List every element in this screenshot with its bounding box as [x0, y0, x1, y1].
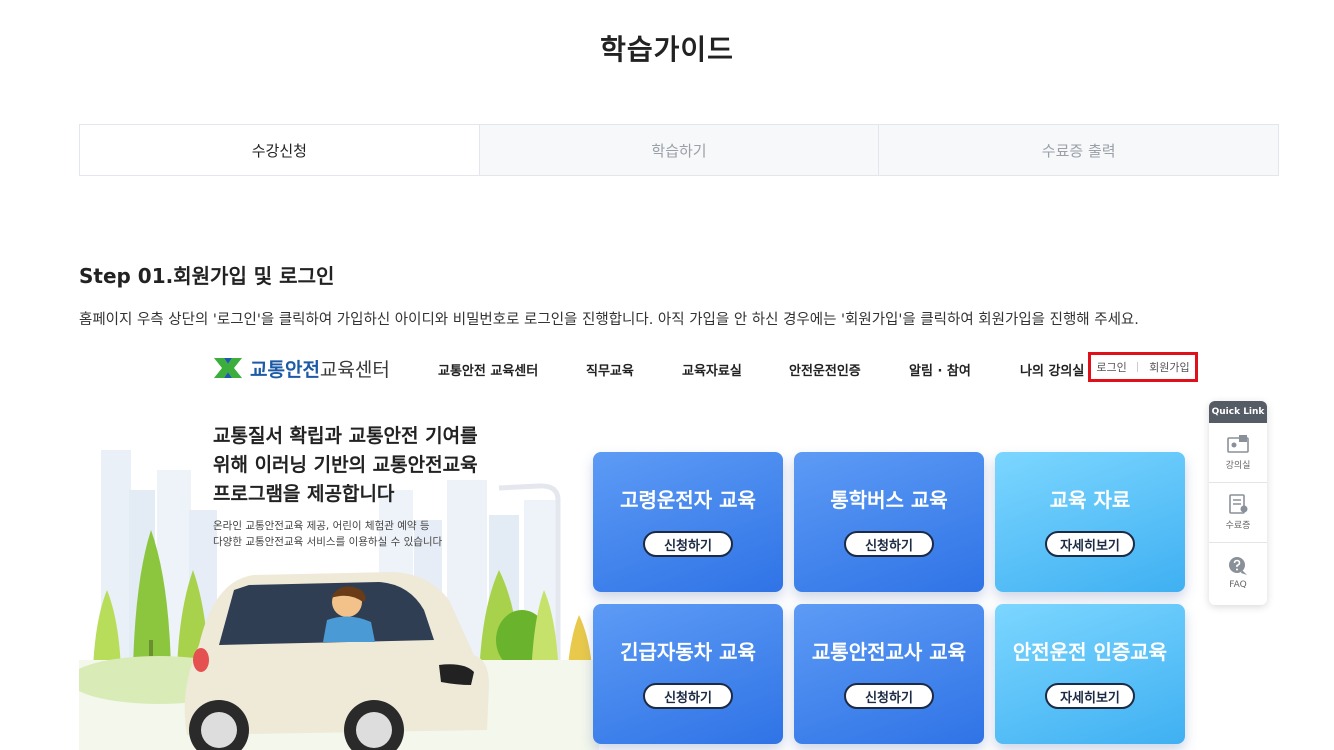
hero-line-3: 프로그램을 제공합니다: [213, 483, 395, 505]
page-title: 학습가이드: [600, 33, 734, 66]
login-link[interactable]: 로그인: [1096, 359, 1126, 375]
card-school-bus[interactable]: 통학버스 교육 신청하기: [794, 452, 984, 592]
hero-sub-line-2: 다양한 교통안전교육 서비스를 이용하실 수 있습니다: [213, 536, 443, 548]
certificate-icon: [1229, 494, 1248, 514]
apply-button[interactable]: 신청하기: [844, 531, 934, 557]
card-title: 고령운전자 교육: [620, 488, 756, 512]
tab-certificate[interactable]: 수료증 출력: [878, 125, 1279, 175]
quick-link-panel: Quick Link 강의실 수료증 FAQ: [1209, 401, 1267, 605]
card-emergency-vehicle[interactable]: 긴급자동차 교육 신청하기: [593, 604, 783, 744]
hero-line-1: 교통질서 확립과 교통안전 기여를: [213, 425, 478, 447]
faq-icon: [1229, 557, 1247, 575]
apply-button[interactable]: 신청하기: [643, 683, 733, 709]
card-title: 통학버스 교육: [830, 488, 948, 512]
menu-item-job-training[interactable]: 직무교육: [586, 360, 634, 379]
quick-link-label: FAQ: [1229, 580, 1247, 590]
step-title: Step 01.회원가입 및 로그인: [79, 264, 335, 288]
card-title: 교통안전교사 교육: [811, 640, 967, 664]
hero-line-2: 위해 이러닝 기반의 교통안전교육: [213, 454, 478, 476]
car-illustration: [184, 572, 489, 750]
hero-sub-line-1: 온라인 교통안전교육 제공, 어린이 체험관 예약 등: [213, 520, 430, 532]
quick-link-label: 강의실: [1225, 461, 1251, 471]
site-logo[interactable]: 교통안전교육센터: [212, 352, 390, 384]
card-title: 교육 자료: [1049, 488, 1131, 512]
menu-item-my-classroom[interactable]: 나의 강의실: [1020, 360, 1084, 379]
tab-register[interactable]: 수강신청: [80, 125, 479, 175]
card-edu-materials[interactable]: 교육 자료 자세히보기: [995, 452, 1185, 592]
apply-button[interactable]: 신청하기: [844, 683, 934, 709]
guide-tabs: 수강신청 학습하기 수료증 출력: [79, 124, 1279, 176]
tab-study[interactable]: 학습하기: [478, 125, 879, 175]
quick-link-certificate[interactable]: 수료증: [1209, 483, 1267, 543]
apply-button[interactable]: 신청하기: [643, 531, 733, 557]
card-title: 긴급자동차 교육: [620, 640, 756, 664]
quick-link-label: 수료증: [1225, 521, 1251, 531]
card-title: 안전운전 인증교육: [1012, 640, 1168, 664]
signup-link[interactable]: 회원가입: [1149, 359, 1189, 375]
menu-item-notice[interactable]: 알림 · 참여: [909, 360, 971, 379]
hero-heading: 교통질서 확립과 교통안전 기여를 위해 이러닝 기반의 교통안전교육 프로그램…: [213, 422, 478, 509]
details-button[interactable]: 자세히보기: [1045, 531, 1135, 557]
menu-item-resources[interactable]: 교육자료실: [682, 360, 742, 379]
menu-item-safe-driving-cert[interactable]: 안전운전인증: [789, 360, 861, 379]
util-divider: [1137, 362, 1139, 372]
site-header: 교통안전교육센터 교통안전 교육센터 직무교육 교육자료실 안전운전인증 알림 …: [79, 340, 1279, 396]
step-description: 홈페이지 우측 상단의 '로그인'을 클릭하여 가입하신 아이디와 비밀번호로 …: [79, 312, 1139, 328]
quick-link-faq[interactable]: FAQ: [1209, 543, 1267, 603]
logo-text-bold: 교통안전: [250, 358, 320, 381]
quick-link-title: Quick Link: [1209, 401, 1267, 423]
site-screenshot: 교통안전교육센터 교통안전 교육센터 직무교육 교육자료실 안전운전인증 알림 …: [79, 340, 1279, 750]
hero-subtext: 온라인 교통안전교육 제공, 어린이 체험관 예약 등 다양한 교통안전교육 서…: [213, 518, 442, 550]
card-senior-driver[interactable]: 고령운전자 교육 신청하기: [593, 452, 783, 592]
quick-link-classroom[interactable]: 강의실: [1209, 423, 1267, 483]
card-safety-teacher[interactable]: 교통안전교사 교육 신청하기: [794, 604, 984, 744]
logo-mark-icon: [214, 358, 242, 378]
menu-item-center[interactable]: 교통안전 교육센터: [438, 360, 538, 379]
classroom-icon: [1227, 435, 1249, 453]
login-signup-highlight: 로그인 회원가입: [1088, 352, 1198, 382]
logo-text-thin: 교육센터: [319, 358, 390, 381]
card-safe-driving-cert[interactable]: 안전운전 인증교육 자세히보기: [995, 604, 1185, 744]
details-button[interactable]: 자세히보기: [1045, 683, 1135, 709]
